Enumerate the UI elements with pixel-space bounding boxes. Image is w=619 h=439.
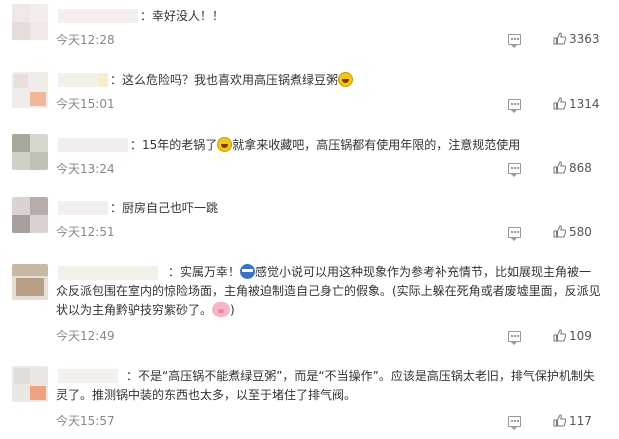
comment-icon[interactable] bbox=[508, 99, 521, 113]
thumbs-up-icon bbox=[553, 414, 567, 427]
username-blurred[interactable] bbox=[58, 201, 108, 215]
comment-text: ：15年的老锅了 就拿来收藏吧，高压锅都有使用年限的，注意规范使用 bbox=[130, 137, 521, 152]
laugh-emoji bbox=[338, 72, 354, 87]
like-count: 117 bbox=[569, 414, 592, 428]
thumbs-up-icon bbox=[553, 329, 567, 342]
pig-emoji bbox=[212, 302, 231, 317]
like-button[interactable]: 868 bbox=[553, 161, 592, 175]
laugh-emoji bbox=[217, 137, 233, 152]
comment-text: ：这么危险吗？我也喜欢用高压锅煮绿豆粥 bbox=[110, 71, 601, 90]
like-button[interactable]: 1314 bbox=[553, 97, 600, 111]
thumbs-up-icon bbox=[553, 161, 567, 174]
username-blurred[interactable] bbox=[58, 73, 98, 87]
avatar[interactable] bbox=[12, 197, 48, 233]
comment-text: ：实属万幸！ 感觉小说可以用这种现象作为参考补充情节，比如展现主角被一众反派包围在… bbox=[56, 264, 601, 317]
avatar[interactable] bbox=[12, 72, 48, 108]
like-button[interactable]: 580 bbox=[553, 225, 592, 239]
like-count: 3363 bbox=[569, 32, 600, 46]
comment-timestamp: 今天15:01 bbox=[56, 97, 115, 111]
like-count: 580 bbox=[569, 225, 592, 239]
comment-timestamp: 今天13:24 bbox=[56, 162, 115, 176]
comment-text: ：不是“高压锅不能煮绿豆粥”，而是“不当操作”。应该是高压锅太老旧，排气保护机制… bbox=[56, 369, 595, 402]
comment-icon[interactable] bbox=[508, 163, 521, 177]
avatar[interactable] bbox=[12, 134, 48, 170]
comment-icon[interactable] bbox=[508, 416, 521, 430]
avatar[interactable] bbox=[12, 4, 48, 40]
like-count: 868 bbox=[569, 161, 592, 175]
thumbs-up-icon bbox=[553, 32, 567, 45]
thumbs-up-icon bbox=[553, 225, 567, 238]
comment-text: ：幸好没人！！ bbox=[140, 9, 225, 23]
avatar[interactable] bbox=[12, 366, 48, 402]
comment-icon[interactable] bbox=[508, 34, 521, 48]
like-count: 1314 bbox=[569, 97, 600, 111]
comment-timestamp: 今天12:49 bbox=[56, 329, 115, 343]
comment-icon[interactable] bbox=[508, 227, 521, 241]
avatar[interactable] bbox=[12, 264, 48, 300]
comment-timestamp: 今天12:51 bbox=[56, 225, 115, 239]
thumbs-up-icon bbox=[553, 97, 567, 110]
like-button[interactable]: 3363 bbox=[553, 32, 600, 46]
comment-icon[interactable] bbox=[508, 331, 521, 345]
like-button[interactable]: 117 bbox=[553, 414, 592, 428]
comment-text: ：厨房自己也吓一跳 bbox=[110, 201, 219, 215]
glasses-emoji bbox=[240, 264, 256, 279]
comment-timestamp: 今天15:57 bbox=[56, 414, 115, 428]
username-blurred[interactable] bbox=[58, 138, 128, 152]
comment-timestamp: 今天12:28 bbox=[56, 33, 115, 47]
username-blurred[interactable] bbox=[58, 9, 138, 23]
like-button[interactable]: 109 bbox=[553, 329, 592, 343]
like-count: 109 bbox=[569, 329, 592, 343]
